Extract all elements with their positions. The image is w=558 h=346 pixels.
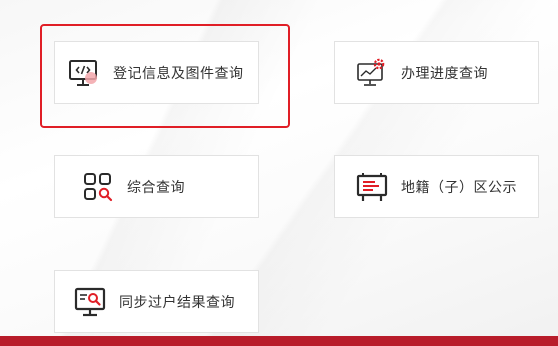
monitor-code-icon xyxy=(67,56,101,90)
monitor-gear-chart-icon xyxy=(355,56,389,90)
sync-transfer-result-query-card[interactable]: 同步过户结果查询 xyxy=(54,270,259,333)
cadastral-zone-notice-card[interactable]: 地籍（子）区公示 xyxy=(334,155,539,218)
progress-query-label: 办理进度查询 xyxy=(401,65,488,82)
progress-query-card[interactable]: 办理进度查询 xyxy=(334,41,539,104)
bottom-brand-bar xyxy=(0,336,558,346)
register-info-query-label: 登记信息及图件查询 xyxy=(113,65,244,82)
notice-board-icon xyxy=(355,170,389,204)
monitor-search-icon xyxy=(73,285,107,319)
register-info-query-card[interactable]: 登记信息及图件查询 xyxy=(54,41,259,104)
cadastral-zone-notice-label: 地籍（子）区公示 xyxy=(401,179,517,196)
sync-transfer-result-query-label: 同步过户结果查询 xyxy=(119,294,235,311)
combined-query-card[interactable]: 综合查询 xyxy=(54,155,259,218)
grid-search-icon xyxy=(81,170,115,204)
combined-query-label: 综合查询 xyxy=(127,179,185,196)
